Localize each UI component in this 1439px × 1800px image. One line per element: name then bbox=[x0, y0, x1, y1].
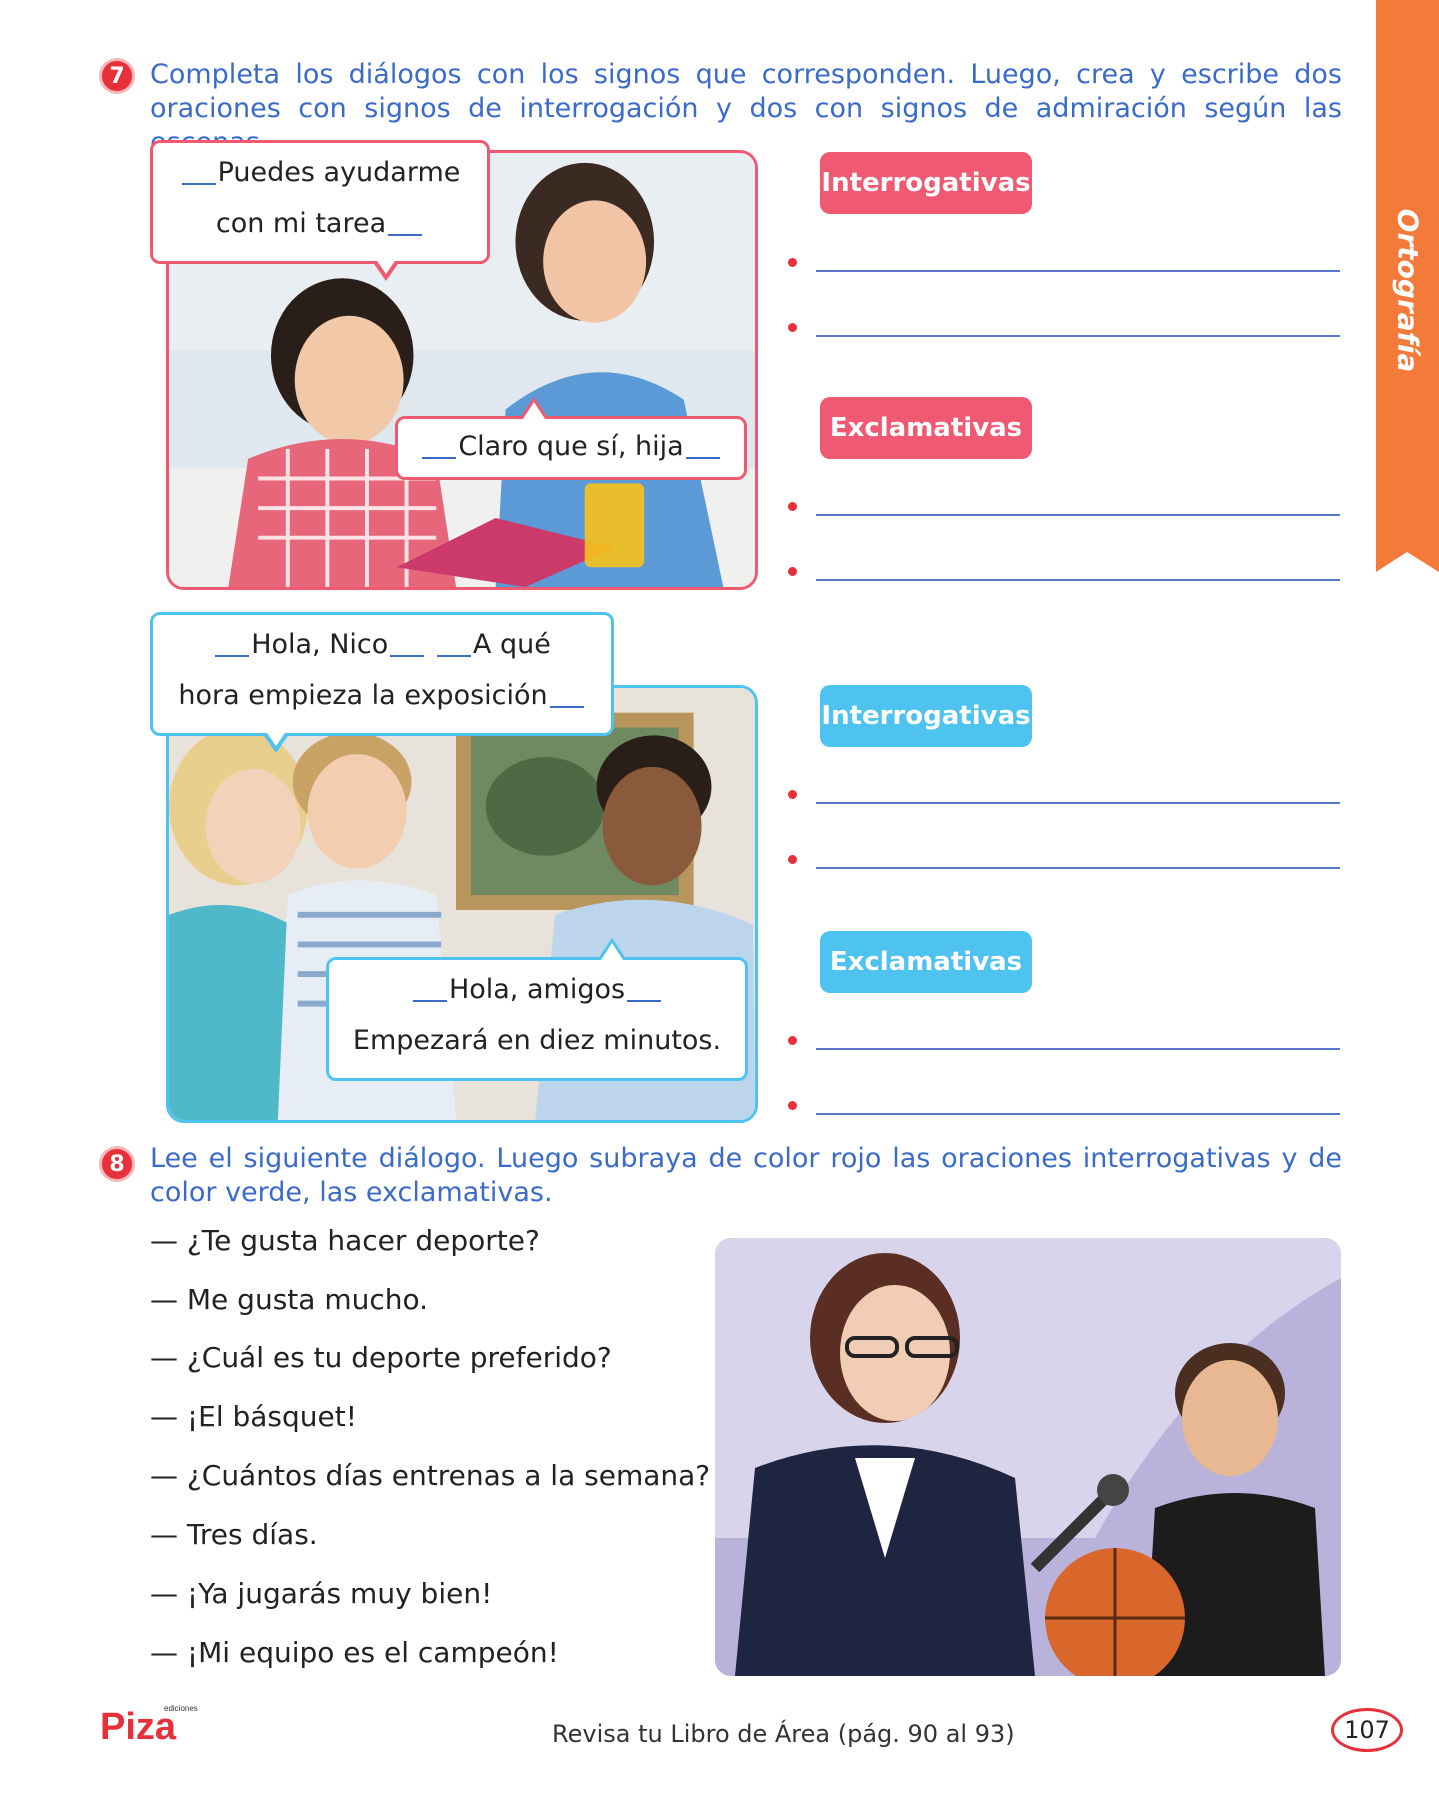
bullet bbox=[788, 1036, 797, 1045]
answer-line-interrogativa-1b[interactable] bbox=[788, 321, 1340, 341]
bubble-4-line-2: Empezará en diez minutos. bbox=[352, 1025, 722, 1056]
bubble-2-line-1: Claro que sí, hija bbox=[398, 431, 744, 462]
blank[interactable] bbox=[412, 1000, 447, 1002]
bullet bbox=[788, 790, 797, 799]
answer-line-exclamativa-1a[interactable] bbox=[788, 500, 1340, 520]
dialogue-line[interactable]: — ¿Te gusta hacer deporte? bbox=[150, 1224, 540, 1257]
blank[interactable] bbox=[181, 183, 216, 185]
bubble-2-tail-inner bbox=[523, 402, 545, 419]
answer-line-exclamativa-1b[interactable] bbox=[788, 565, 1340, 585]
bubble-4-tail-inner bbox=[601, 943, 623, 960]
dialogue-line[interactable]: — ¡Mi equipo es el campeón! bbox=[150, 1636, 559, 1669]
bullet bbox=[788, 1101, 797, 1110]
bullet bbox=[788, 567, 797, 576]
answer-line-exclamativa-2b[interactable] bbox=[788, 1099, 1340, 1119]
answer-line-interrogativa-1a[interactable] bbox=[788, 256, 1340, 276]
dialogue-line[interactable]: — Tres días. bbox=[150, 1518, 318, 1551]
label-interrogativas-2: Interrogativas bbox=[820, 685, 1032, 747]
dialogue-line[interactable]: — ¡El básquet! bbox=[150, 1400, 357, 1433]
bullet bbox=[788, 323, 797, 332]
speech-bubble-3: Hola, Nico A qué hora empieza la exposic… bbox=[150, 612, 614, 736]
blank[interactable] bbox=[436, 655, 471, 657]
bubble-1-line-2: con mi tarea bbox=[153, 208, 487, 239]
bullet bbox=[788, 258, 797, 267]
answer-line-exclamativa-2a[interactable] bbox=[788, 1034, 1340, 1054]
answer-line-interrogativa-2b[interactable] bbox=[788, 853, 1340, 873]
label-interrogativas-1: Interrogativas bbox=[820, 152, 1032, 214]
bubble-3-line-1: Hola, Nico A qué bbox=[153, 629, 611, 660]
exercise-8-instruction: Lee el siguiente diálogo. Luego subraya … bbox=[150, 1143, 1342, 1208]
exercise-7-number: 7 bbox=[99, 58, 135, 94]
speech-bubble-1: Puedes ayudarme con mi tarea bbox=[150, 140, 490, 264]
bubble-3-tail-inner bbox=[265, 730, 287, 746]
label-exclamativas-2: Exclamativas bbox=[820, 931, 1032, 993]
answer-line-interrogativa-2a[interactable] bbox=[788, 788, 1340, 808]
bullet bbox=[788, 502, 797, 511]
speech-bubble-2: Claro que sí, hija bbox=[395, 416, 747, 480]
dialogue-line[interactable]: — Me gusta mucho. bbox=[150, 1283, 428, 1316]
blank[interactable] bbox=[215, 655, 250, 657]
bubble-1-line-1: Puedes ayudarme bbox=[153, 157, 487, 188]
exercise-8-number: 8 bbox=[99, 1146, 135, 1182]
section-tab-label: Ortografía bbox=[1391, 208, 1424, 372]
brand-logo: Piza ediciones bbox=[100, 1703, 210, 1748]
page-number: 107 bbox=[1331, 1708, 1403, 1752]
brand-logo-small: ediciones bbox=[164, 1704, 198, 1713]
blank[interactable] bbox=[685, 457, 720, 459]
label-exclamativas-1: Exclamativas bbox=[820, 397, 1032, 459]
dialogue-line[interactable]: — ¿Cuántos días entrenas a la semana? bbox=[150, 1459, 710, 1492]
dialogue-line[interactable]: — ¿Cuál es tu deporte preferido? bbox=[150, 1341, 612, 1374]
blank[interactable] bbox=[390, 655, 425, 657]
blank[interactable] bbox=[422, 457, 457, 459]
blank[interactable] bbox=[549, 706, 584, 708]
dialogue-line[interactable]: — ¡Ya jugarás muy bien! bbox=[150, 1577, 492, 1610]
bullet bbox=[788, 855, 797, 864]
footer-reference: Revisa tu Libro de Área (pág. 90 al 93) bbox=[552, 1720, 1015, 1748]
speech-bubble-4: Hola, amigos Empezará en diez minutos. bbox=[326, 957, 748, 1081]
bubble-4-line-1: Hola, amigos bbox=[329, 974, 745, 1005]
bubble-1-tail-inner bbox=[375, 258, 397, 274]
blank[interactable] bbox=[627, 1000, 662, 1002]
blank[interactable] bbox=[388, 234, 423, 236]
bubble-3-line-2: hora empieza la exposición bbox=[153, 680, 611, 711]
interview-photo bbox=[715, 1238, 1341, 1676]
